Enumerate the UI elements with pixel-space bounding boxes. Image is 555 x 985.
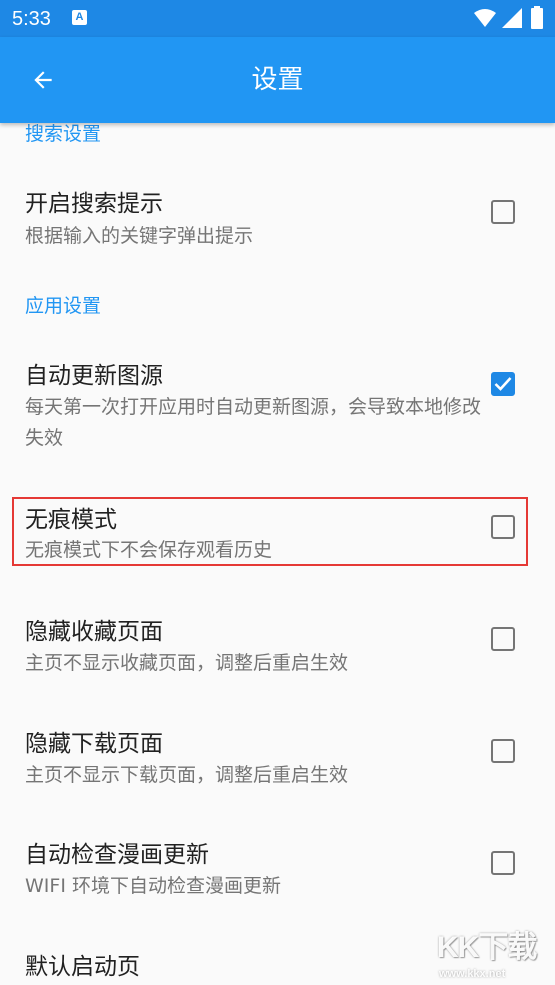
setting-summary: 主页不显示下载页面，调整后重启生效 xyxy=(25,764,349,786)
arrow-back-icon xyxy=(34,71,52,89)
battery-icon xyxy=(531,6,543,33)
setting-hide-downloads[interactable]: 隐藏下载页面 主页不显示下载页面，调整后重启生效 xyxy=(0,715,555,805)
notification-app-icon: A xyxy=(72,10,87,25)
settings-list[interactable]: 搜索设置 开启搜索提示 根据输入的关键字弹出提示 应用设置 自动更新图源 每天第… xyxy=(0,123,555,985)
setting-summary: 根据输入的关键字弹出提示 xyxy=(25,225,254,247)
setting-summary: 每天第一次打开应用时自动更新图源，会导致本地修改失效 xyxy=(25,396,482,449)
setting-title: 自动检查漫画更新 xyxy=(25,842,209,868)
setting-auto-update-source[interactable]: 自动更新图源 每天第一次打开应用时自动更新图源，会导致本地修改失效 xyxy=(0,343,555,473)
incognito-mode-checkbox[interactable] xyxy=(491,515,515,539)
auto-check-updates-checkbox[interactable] xyxy=(491,851,515,875)
setting-incognito-mode[interactable]: 无痕模式 无痕模式下不会保存观看历史 xyxy=(0,493,555,573)
auto-update-source-checkbox[interactable] xyxy=(491,372,515,396)
search-suggestions-checkbox[interactable] xyxy=(491,200,515,224)
setting-search-suggestions[interactable]: 开启搜索提示 根据输入的关键字弹出提示 xyxy=(0,163,555,283)
setting-summary: 无痕模式下不会保存观看历史 xyxy=(25,539,273,561)
setting-title: 隐藏收藏页面 xyxy=(25,619,163,645)
hide-downloads-checkbox[interactable] xyxy=(491,739,515,763)
app-bar: 设置 xyxy=(0,37,555,123)
setting-summary: 主页不显示收藏页面，调整后重启生效 xyxy=(25,652,349,674)
signal-icon xyxy=(502,8,522,32)
watermark-url: www.kkx.net xyxy=(439,968,506,980)
hide-favorites-checkbox[interactable] xyxy=(491,627,515,651)
setting-auto-check-updates[interactable]: 自动检查漫画更新 WIFI 环境下自动检查漫画更新 xyxy=(0,827,555,917)
wifi-icon xyxy=(474,8,496,32)
setting-hide-favorites[interactable]: 隐藏收藏页面 主页不显示收藏页面，调整后重启生效 xyxy=(0,603,555,693)
section-header-search: 搜索设置 xyxy=(25,123,102,145)
setting-title: 开启搜索提示 xyxy=(25,191,163,217)
status-bar: 5:33 A xyxy=(0,0,555,37)
setting-title: 默认启动页 xyxy=(25,954,140,980)
watermark: KK下载 www.kkx.net xyxy=(437,930,552,985)
setting-title: 自动更新图源 xyxy=(25,363,163,389)
setting-title: 无痕模式 xyxy=(25,507,117,533)
watermark-logo: KK下载 xyxy=(437,931,537,964)
setting-title: 隐藏下载页面 xyxy=(25,731,163,757)
section-header-app: 应用设置 xyxy=(25,295,102,317)
check-icon xyxy=(494,377,512,391)
back-button[interactable] xyxy=(20,57,66,103)
setting-summary: WIFI 环境下自动检查漫画更新 xyxy=(25,875,281,897)
page-title: 设置 xyxy=(251,65,304,95)
status-time: 5:33 xyxy=(12,8,51,30)
